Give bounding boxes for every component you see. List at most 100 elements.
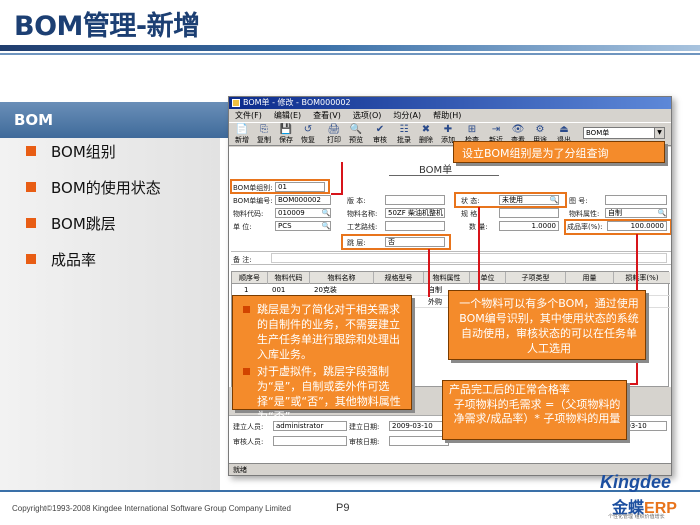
grid-col-unit[interactable]: 单位	[470, 272, 506, 284]
logo-tagline: 个性化管理 组织价值增长	[608, 514, 665, 520]
grid-col-attr[interactable]: 物料属性	[424, 272, 470, 284]
remark-field[interactable]	[271, 253, 667, 263]
document-type-select[interactable]: BOM单 ▼	[583, 127, 665, 139]
code-label: BOM单编号:	[233, 197, 273, 205]
grid-col-loss[interactable]: 损耗率(%)	[614, 272, 670, 284]
form-title: BOM单	[419, 165, 453, 176]
view-icon: 👁	[511, 124, 525, 135]
audit-button[interactable]: ✔ 审核	[369, 124, 391, 144]
grid-col-type[interactable]: 子项类型	[506, 272, 566, 284]
topic-item: BOM的使用状态	[26, 178, 161, 214]
new-button[interactable]: 📄 新增	[231, 124, 253, 144]
callout-yield-title: 产品完工后的正常合格率	[449, 383, 570, 396]
title-rule-thin	[0, 53, 700, 55]
copyright-text: Copyright©1993-2008 Kingdee Internationa…	[12, 504, 291, 513]
menu-view[interactable]: 查看(V)	[313, 111, 341, 120]
grid-header: 顺序号 物料代码 物料名称 规格型号 物料属性 单位 子项类型 用量 损耗率(%…	[232, 272, 670, 284]
window-titlebar[interactable]: BOM单 - 修改 - BOM000002	[229, 97, 671, 109]
chevron-down-icon[interactable]: ▼	[654, 128, 664, 138]
menu-options[interactable]: 选项(O)	[353, 111, 382, 120]
square-bullet-icon	[26, 146, 36, 156]
yield-field-highlight	[564, 219, 671, 235]
menu-help[interactable]: 帮助(H)	[433, 111, 461, 120]
topic-list: BOM组别 BOM的使用状态 BOM跳层 成品率	[26, 142, 161, 286]
material-name-field[interactable]: 50ZF 柴油机整机	[385, 208, 445, 218]
unit-label: 单 位:	[233, 223, 252, 231]
auditor-field	[273, 436, 347, 446]
square-bullet-icon	[26, 218, 36, 228]
window-title: BOM单 - 修改 - BOM000002	[243, 98, 351, 107]
callout-status-text: 一个物料可以有多个BOM，通过使用BOM编号识别，其中使用状态的系统自动使用，审…	[459, 297, 639, 355]
route-field[interactable]	[385, 221, 445, 231]
batch-entry-button[interactable]: ☷ 批录	[393, 124, 415, 144]
copy-button[interactable]: ⎘ 复制	[253, 124, 275, 144]
skip-level-highlight	[341, 234, 451, 250]
delete-button[interactable]: ✖ 删除	[415, 124, 437, 144]
restore-button[interactable]: ↺ 恢复	[297, 124, 319, 144]
latest-icon: ⇥	[491, 124, 501, 135]
square-bullet-icon	[26, 182, 36, 192]
qty-field[interactable]: 1.0000	[499, 221, 559, 231]
figno-field[interactable]	[605, 195, 667, 205]
remark-row: 备 注:	[231, 251, 671, 265]
restore-icon: ↺	[303, 124, 313, 135]
lookup-icon[interactable]: 🔍	[321, 222, 331, 231]
menu-edit[interactable]: 编辑(E)	[274, 111, 301, 120]
leader-line-skip	[428, 249, 430, 297]
slide-title: BOM管理-新增	[14, 11, 200, 42]
menu-distribute[interactable]: 均分(A)	[393, 111, 421, 120]
delete-icon: ✖	[421, 124, 431, 135]
print-icon: 🖨	[327, 124, 341, 135]
status-field-highlight	[454, 192, 567, 208]
menu-file[interactable]: 文件(F)	[235, 111, 262, 120]
page-number: P9	[336, 502, 350, 514]
grid-col-spec[interactable]: 规格型号	[374, 272, 424, 284]
grid-col-seq[interactable]: 顺序号	[232, 272, 268, 284]
attr-label: 物料属性:	[569, 210, 600, 218]
app-icon	[232, 99, 240, 107]
audit-icon: ✔	[375, 124, 385, 135]
preview-button[interactable]: 🔍 预览	[345, 124, 367, 144]
route-label: 工艺路线:	[347, 223, 378, 231]
lookup-icon[interactable]: 🔍	[321, 209, 331, 218]
menu-bar: 文件(F) 编辑(E) 查看(V) 选项(O) 均分(A) 帮助(H)	[229, 109, 671, 122]
batch-icon: ☷	[399, 124, 409, 135]
auditor-label: 审核人员:	[233, 438, 264, 446]
audit-date-field	[389, 436, 449, 446]
topic-item: BOM组别	[26, 142, 161, 178]
square-bullet-icon	[243, 306, 250, 313]
code-field[interactable]: BOM000002	[275, 195, 331, 205]
leader-line-status	[478, 207, 480, 290]
grid-col-code[interactable]: 物料代码	[268, 272, 310, 284]
kingdee-logo: Kingdee	[600, 472, 672, 492]
spec-field[interactable]	[499, 208, 559, 218]
lookup-icon[interactable]: 🔍	[657, 209, 667, 218]
save-icon: 💾	[279, 124, 293, 135]
callout-skip-list: 跳层是为了简化对于相关需求的自制件的业务，不需要建立生产任务单进行跟踪和处理出入…	[241, 302, 405, 426]
new-doc-icon: 📄	[235, 124, 249, 135]
callout-skip-level: 跳层是为了简化对于相关需求的自制件的业务，不需要建立生产任务单进行跟踪和处理出入…	[232, 295, 412, 423]
audit-date-label: 审核日期:	[349, 438, 380, 446]
grid-col-usage[interactable]: 用量	[566, 272, 614, 284]
callout-skip-item: 对于虚拟件，跳层字段强制为“是”，自制或委外件可选择“是”或“否”，其他物料属性…	[241, 364, 405, 424]
topic-label: BOM的使用状态	[51, 179, 161, 197]
square-bullet-icon	[243, 368, 250, 375]
usage-icon: ⚙	[535, 124, 545, 135]
material-code-label: 物料代码:	[233, 210, 264, 218]
leader-line-group-h	[331, 193, 343, 195]
title-rule	[0, 45, 700, 51]
version-field[interactable]	[385, 195, 445, 205]
remark-label: 备 注:	[233, 256, 252, 264]
topic-item: BOM跳层	[26, 214, 161, 250]
left-panel-header: BOM	[0, 102, 228, 138]
callout-group: 设立BOM组别是为了分组查询	[453, 141, 665, 163]
footer-rule	[0, 490, 700, 492]
topic-item: 成品率	[26, 250, 161, 286]
print-button[interactable]: 🖨 打印	[323, 124, 345, 144]
callout-status: 一个物料可以有多个BOM，通过使用BOM编号识别，其中使用状态的系统自动使用，审…	[448, 290, 646, 360]
callout-group-text: 设立BOM组别是为了分组查询	[462, 147, 609, 160]
topic-label: BOM组别	[51, 143, 116, 161]
copy-icon: ⎘	[260, 124, 268, 135]
save-button[interactable]: 💾 保存	[275, 124, 297, 144]
grid-col-name[interactable]: 物料名称	[310, 272, 374, 284]
